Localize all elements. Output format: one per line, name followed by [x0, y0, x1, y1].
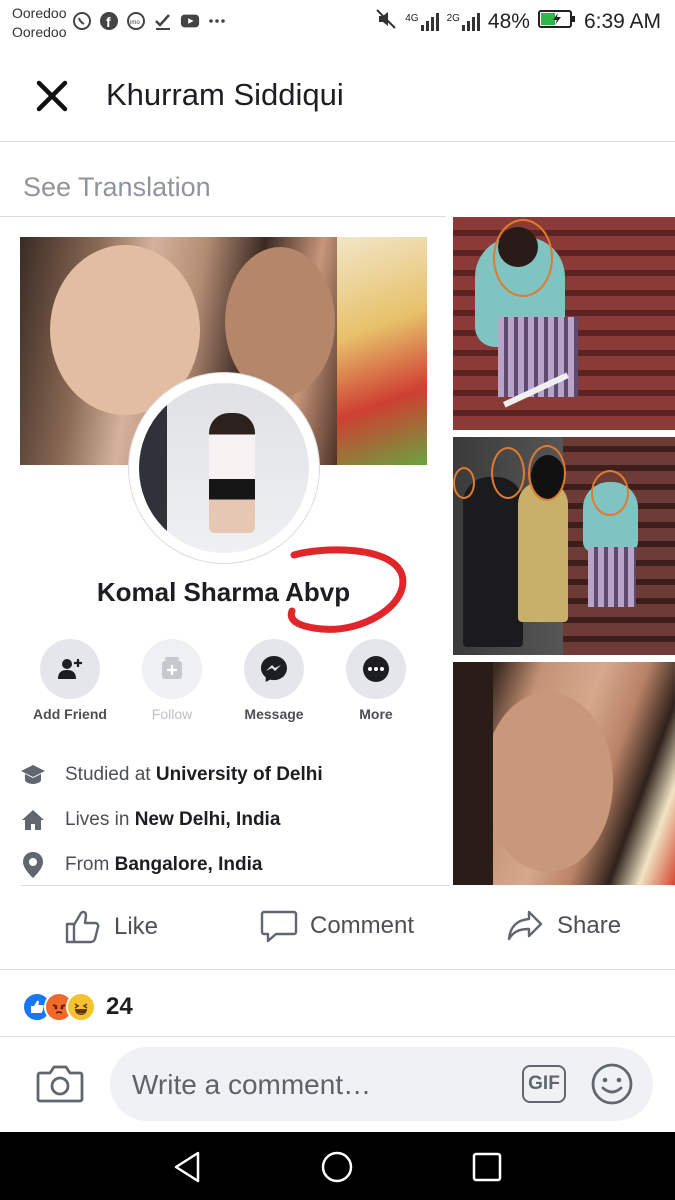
mute-icon: [375, 8, 397, 36]
emoji-icon: [591, 1063, 633, 1105]
recents-icon: [472, 1152, 502, 1182]
page-title: Khurram Siddiqui: [106, 77, 344, 112]
highlight-circle: [491, 447, 525, 499]
battery-icon: [537, 9, 576, 35]
clock: 6:39 AM: [583, 10, 661, 33]
location-icon: [23, 851, 43, 878]
svg-text:imo: imo: [130, 20, 140, 26]
battery-percent: 48%: [487, 10, 530, 33]
profile-picture: [129, 373, 319, 563]
comment-input[interactable]: Write a comment… GIF: [110, 1047, 653, 1121]
close-button[interactable]: [34, 78, 70, 114]
like-icon: [65, 910, 100, 944]
carrier-label-2: Ooredoo: [12, 24, 67, 40]
highlight-circle: [453, 467, 475, 499]
reaction-count: 24: [106, 993, 133, 1020]
share-icon: [507, 910, 543, 941]
post-action-bar: Like Comment Share: [0, 886, 675, 970]
back-button[interactable]: [170, 1149, 206, 1185]
comment-composer: Write a comment… GIF: [0, 1037, 675, 1132]
gif-button[interactable]: GIF: [522, 1065, 566, 1103]
message-button[interactable]: Message: [224, 639, 324, 722]
emoji-button[interactable]: [590, 1062, 634, 1106]
comment-button[interactable]: Comment: [260, 908, 414, 944]
highlight-circle: [591, 470, 629, 516]
system-nav-bar: [0, 1132, 675, 1200]
home-icon: [22, 809, 44, 830]
add-friend-icon: [58, 659, 82, 679]
post-header: Khurram Siddiqui: [0, 46, 675, 142]
highlight-circle: [528, 445, 566, 501]
profile-actions: Add Friend Follow Message More: [20, 639, 420, 729]
more-icon: [363, 656, 389, 682]
recents-button[interactable]: [469, 1149, 505, 1185]
carrier-label-1: Ooredoo: [12, 5, 67, 21]
red-annotation-circle: [287, 546, 407, 633]
back-icon: [174, 1151, 200, 1183]
post-photo-1[interactable]: [453, 217, 675, 430]
about-section: Studied at University of Delhi Lives in …: [18, 752, 438, 887]
about-item-from: From Bangalore, India: [18, 842, 438, 887]
comment-placeholder: Write a comment…: [132, 1069, 372, 1100]
camera-button[interactable]: [36, 1061, 84, 1105]
more-dots-icon: [207, 11, 227, 31]
signal-icon-1: 4G: [405, 13, 439, 31]
svg-text:f: f: [106, 14, 111, 30]
like-button[interactable]: Like: [64, 908, 158, 946]
profile-card-image: Komal Sharma Abvp Add Friend Follow Mess…: [0, 217, 447, 887]
share-button[interactable]: Share: [505, 908, 621, 944]
see-translation-link[interactable]: See Translation: [23, 172, 211, 203]
home-circle-icon: [321, 1151, 353, 1183]
facebook-icon: f: [99, 11, 119, 31]
close-icon: [36, 80, 68, 112]
status-bar: Ooredoo Ooredoo f imo 4G 2G 48% 6:39 AM: [0, 0, 675, 46]
camera-icon: [36, 1065, 84, 1103]
check-icon: [153, 11, 173, 31]
post-photo-3[interactable]: [453, 662, 675, 885]
more-button[interactable]: More: [326, 639, 426, 722]
whatsapp-icon: [72, 11, 92, 31]
follow-icon: [162, 657, 182, 679]
imo-icon: imo: [126, 11, 146, 31]
home-button[interactable]: [319, 1149, 355, 1185]
add-friend-button[interactable]: Add Friend: [20, 639, 120, 722]
follow-button[interactable]: Follow: [122, 639, 222, 722]
comment-icon: [260, 910, 298, 943]
signal-icon-2: 2G: [447, 13, 480, 31]
education-icon: [21, 764, 45, 784]
post-photo-2[interactable]: [453, 437, 675, 655]
youtube-icon: [180, 11, 200, 31]
messenger-icon: [261, 656, 287, 682]
about-item-education: Studied at University of Delhi: [18, 752, 438, 797]
haha-reaction-icon: [66, 992, 96, 1022]
highlight-circle: [493, 219, 553, 297]
about-item-lives: Lives in New Delhi, India: [18, 797, 438, 842]
reactions-summary[interactable]: 24: [22, 990, 133, 1024]
